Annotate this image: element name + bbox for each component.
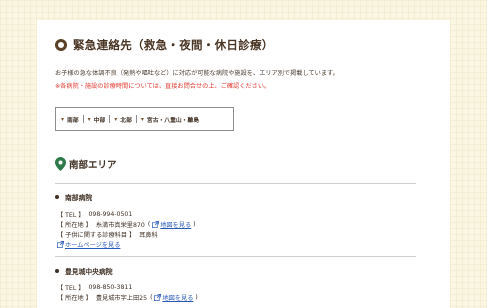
paren-open: ( bbox=[147, 221, 151, 228]
homepage-link[interactable]: ホームページを見る bbox=[65, 240, 120, 249]
external-link-icon bbox=[152, 221, 160, 228]
tel-label: 【 TEL 】 bbox=[57, 285, 85, 292]
divider bbox=[55, 183, 416, 184]
tel-label: 【 TEL 】 bbox=[57, 212, 85, 219]
hospital-tel: 【 TEL 】 098-994-0501 bbox=[57, 210, 132, 219]
area-nav-label: 中部 bbox=[93, 117, 106, 124]
dept-value: 耳鼻科 bbox=[139, 232, 158, 239]
intro-text: お子様の急な体調不良（発熱や嘔吐など）に対応が可能な病院や施設を、エリア別で掲載… bbox=[55, 70, 339, 77]
paren-close: ) bbox=[193, 221, 196, 228]
page-title-row: 緊急連絡先（救急・夜間・休日診療） bbox=[55, 37, 274, 53]
ring-icon bbox=[55, 39, 67, 51]
hospital-address: 【 所在地 】 豊見城市字上田25 ( 地図を見る ) bbox=[57, 293, 198, 302]
external-link-icon bbox=[57, 241, 64, 248]
area-nav-north[interactable]: ▾ 北部 bbox=[114, 115, 132, 124]
tel-value: 098-994-0501 bbox=[88, 211, 133, 218]
hospital-address: 【 所在地 】 糸満市真栄里870 ( 地図を見る ) bbox=[57, 220, 196, 229]
bullet-icon bbox=[55, 195, 59, 199]
area-heading: 南部エリア bbox=[55, 157, 117, 171]
area-nav-label: 北部 bbox=[120, 117, 132, 124]
address-value: 糸満市真栄里870 bbox=[95, 222, 145, 229]
area-nav-label: 宮古・八重山・離島 bbox=[146, 117, 200, 124]
area-nav-south[interactable]: ▾ 南部 bbox=[61, 115, 79, 124]
content-card: 緊急連絡先（救急・夜間・休日診療） お子様の急な体調不良（発熱や嘔吐など）に対応… bbox=[37, 20, 450, 308]
bullet-icon bbox=[55, 269, 59, 273]
hospital-name: 南部病院 bbox=[55, 192, 92, 202]
hospital-name-text: 南部病院 bbox=[65, 194, 93, 202]
area-nav-label: 南部 bbox=[67, 117, 79, 124]
chevron-down-icon: ▾ bbox=[61, 115, 65, 123]
area-nav-central[interactable]: ▾ 中部 bbox=[88, 115, 106, 124]
notice-text: ※各病院・施設の診療時間については、直接お問合せの上、ご確認ください。 bbox=[55, 83, 271, 90]
nav-divider bbox=[109, 115, 111, 123]
map-link[interactable]: 地図を見る bbox=[162, 293, 193, 302]
tel-value: 098-850-3811 bbox=[88, 284, 133, 291]
address-label: 【 所在地 】 bbox=[57, 222, 92, 229]
hospital-name-text: 豊見城中央病院 bbox=[65, 268, 113, 276]
map-link[interactable]: 地図を見る bbox=[160, 220, 191, 229]
paren-open: ( bbox=[150, 294, 153, 301]
area-nav: ▾ 南部 ▾ 中部 ▾ 北部 ▾ 宮古・八重山・離島 bbox=[55, 107, 234, 131]
area-title: 南部エリア bbox=[69, 160, 117, 171]
chevron-down-icon: ▾ bbox=[140, 115, 144, 123]
hospital-tel: 【 TEL 】 098-850-3811 bbox=[57, 283, 132, 292]
hospital-dept: 【 子供に関する診療科目 】 耳鼻科 bbox=[57, 230, 158, 239]
address-value: 豊見城市字上田25 bbox=[95, 295, 148, 302]
nav-divider bbox=[135, 115, 137, 123]
chevron-down-icon: ▾ bbox=[114, 115, 118, 123]
page-title: 緊急連絡先（救急・夜間・休日診療） bbox=[73, 38, 274, 52]
chevron-down-icon: ▾ bbox=[87, 115, 91, 123]
hospital-name: 豊見城中央病院 bbox=[55, 266, 113, 276]
external-link-icon bbox=[154, 294, 162, 301]
paren-close: ) bbox=[195, 294, 198, 301]
hospital-homepage: ホームページを見る bbox=[57, 240, 120, 249]
map-pin-icon bbox=[55, 157, 66, 171]
area-nav-islands[interactable]: ▾ 宮古・八重山・離島 bbox=[141, 115, 199, 124]
dept-label: 【 子供に関する診療科目 】 bbox=[57, 232, 136, 239]
nav-divider bbox=[82, 115, 84, 123]
divider bbox=[55, 256, 416, 257]
address-label: 【 所在地 】 bbox=[57, 295, 92, 302]
